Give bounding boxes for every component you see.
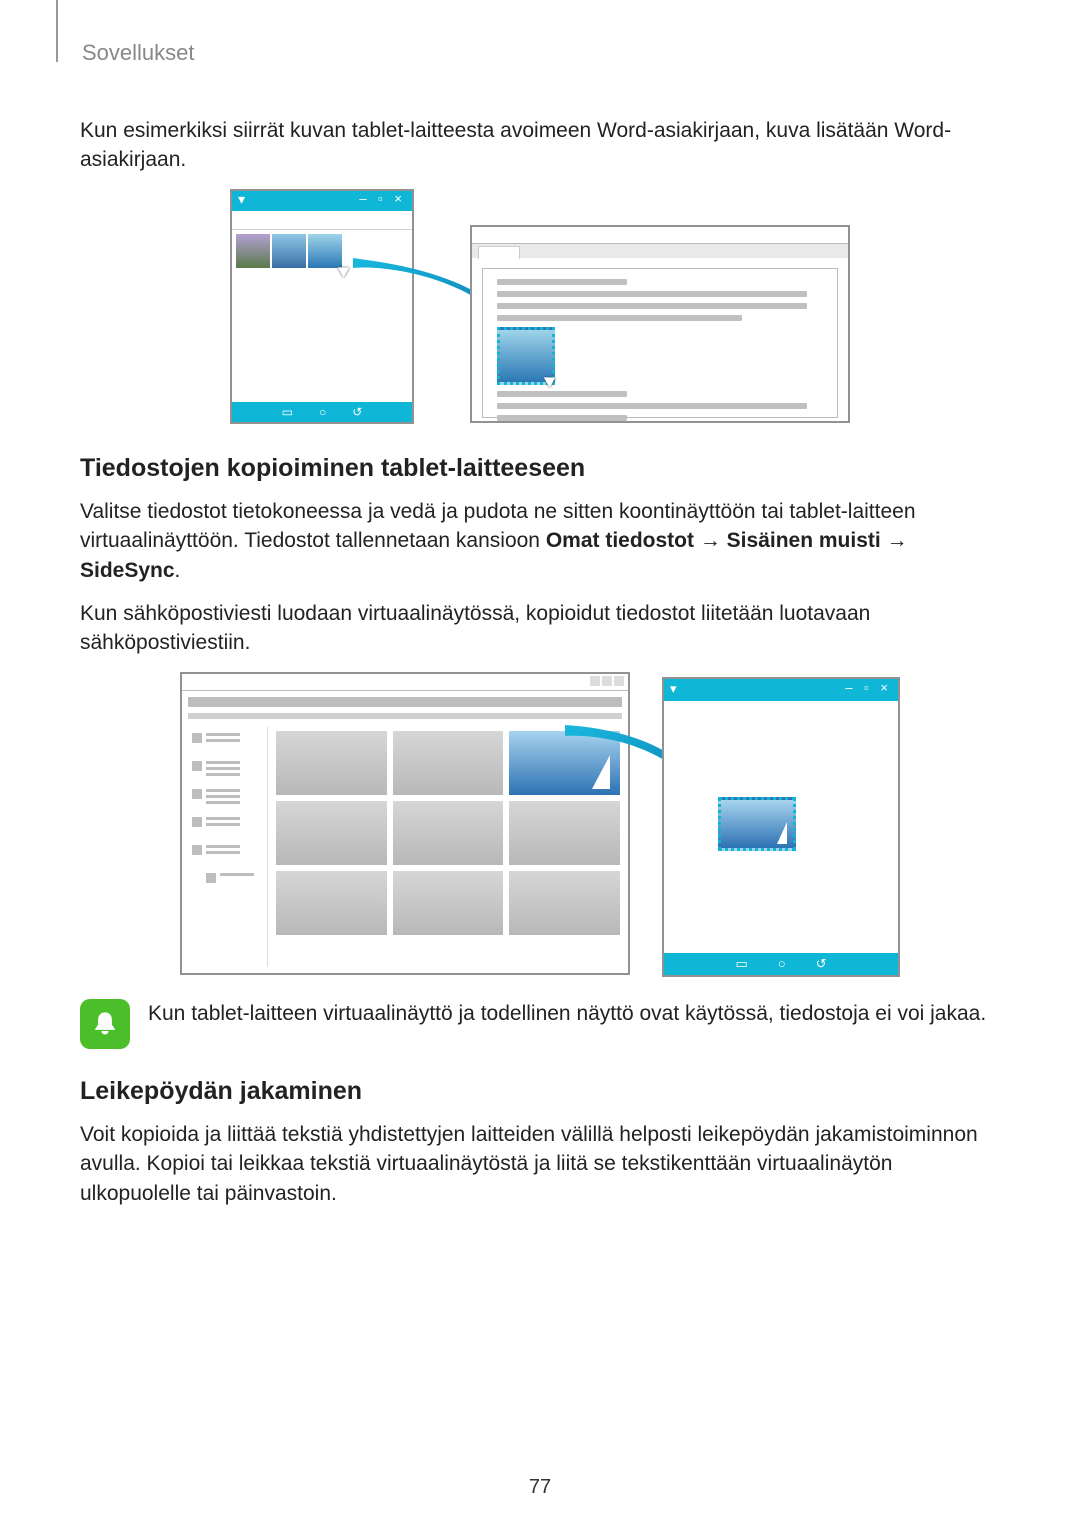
window-buttons [590,676,624,686]
word-document-area [482,268,838,418]
section-header: Sovellukset [82,40,1000,66]
arrow-icon: → [694,529,727,552]
thumb-image-dragging [308,234,342,268]
text-line [497,279,627,285]
page-number: 77 [0,1476,1080,1499]
window-controls-icon: – ▫ × [845,680,892,695]
explorer-sidebar [182,727,268,967]
text-line [497,391,627,397]
figure-drag-to-word: ▾ – ▫ × ▭ ○ ↺ [230,189,850,424]
text-span: . [175,559,181,582]
word-window-mock [470,225,850,423]
tablet-titlebar: ▾ – ▫ × [664,679,898,701]
chevron-down-icon: ▾ [238,191,245,208]
thumb-image [272,234,306,268]
note-callout: Kun tablet-laitteen virtuaalinäyttö ja t… [80,999,1000,1049]
paragraph-copy-instructions: Valitse tiedostot tietokoneessa ja vedä … [80,497,1000,585]
figure-drag-to-tablet: ▾ – ▫ × ▭ ○ ↺ [180,672,900,977]
path-segment: Omat tiedostot [546,529,694,552]
window-controls-icon: – ▫ × [359,191,406,206]
dropped-image-placeholder [718,797,796,851]
back-icon: ↺ [816,956,827,972]
recent-icon: ▭ [735,956,747,972]
word-tabbar [472,244,848,258]
back-icon: ↺ [352,405,362,419]
path-segment: SideSync [80,559,175,582]
tablet-mock: ▾ – ▫ × ▭ ○ ↺ [662,677,900,977]
explorer-ribbon [188,697,622,707]
text-line [497,415,627,421]
tablet-navbar: ▭ ○ ↺ [664,953,898,975]
file-thumb [276,801,387,865]
note-text: Kun tablet-laitteen virtuaalinäyttö ja t… [148,999,986,1049]
heading-copy-to-tablet: Tiedostojen kopioiminen tablet-laitteese… [80,454,1000,483]
text-line [497,403,807,409]
text-line [497,303,807,309]
left-margin-rule [56,0,58,62]
tablet-navbar: ▭ ○ ↺ [232,402,412,422]
arrow-icon: → [881,529,908,552]
home-icon: ○ [319,405,326,419]
paragraph-clipboard: Voit kopioida ja liittää tekstiä yhdiste… [80,1120,1000,1208]
recent-icon: ▭ [282,405,293,419]
word-titlebar [472,227,848,244]
text-line [497,315,742,321]
heading-clipboard-sharing: Leikepöydän jakaminen [80,1077,1000,1106]
intro-paragraph: Kun esimerkiksi siirrät kuvan tablet-lai… [80,116,1000,175]
explorer-addressbar [188,713,622,719]
file-thumb [393,731,504,795]
note-bell-icon [80,999,130,1049]
tablet-titlebar: ▾ – ▫ × [232,191,412,211]
cursor-icon [544,372,559,387]
file-thumb [393,801,504,865]
chevron-down-icon: ▾ [670,681,677,697]
thumb-image [236,234,270,268]
file-thumb [393,871,504,935]
tablet-toolbar [232,211,412,230]
file-thumb [276,871,387,935]
word-tab [478,246,520,259]
paragraph-email-note: Kun sähköpostiviesti luodaan virtuaalinä… [80,599,1000,658]
text-line [497,291,807,297]
home-icon: ○ [778,956,786,971]
file-thumb [509,871,620,935]
dropped-image-placeholder [497,327,555,385]
file-thumb [276,731,387,795]
path-segment: Sisäinen muisti [727,529,881,552]
explorer-titlebar [182,674,628,691]
